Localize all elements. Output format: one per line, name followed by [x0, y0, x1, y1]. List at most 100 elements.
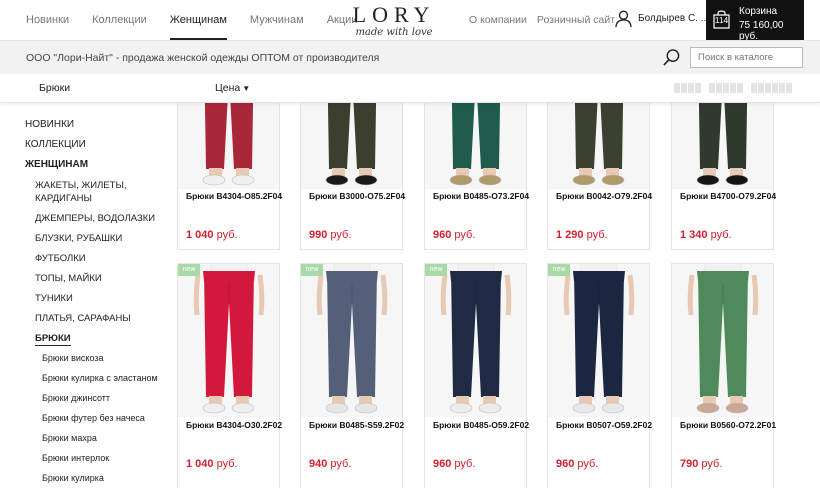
price-amount: 1 290: [556, 229, 584, 241]
product-image[interactable]: [425, 101, 526, 189]
product-price: 1 040 руб.: [186, 229, 238, 241]
product-photo: [687, 264, 759, 414]
grid-view-4-icon[interactable]: [709, 83, 743, 93]
product-card[interactable]: new Брюки В4304-О30.2F02 1 040 руб.: [177, 263, 282, 488]
search-icon[interactable]: [662, 48, 681, 67]
price-amount: 790: [680, 458, 699, 470]
company-tagline: ООО "Лори-Найт" - продажа женской одежды…: [26, 52, 380, 64]
product-price: 1 340 руб.: [680, 229, 732, 241]
product-image[interactable]: [672, 264, 773, 417]
product-photo: [193, 264, 265, 414]
nav-about[interactable]: О компании: [469, 0, 527, 40]
product-grid: Брюки В4304-О85.2F04 1 040 руб. Брюки В300…: [0, 100, 820, 488]
price-currency: руб.: [451, 229, 476, 241]
price-amount: 1 040: [186, 458, 214, 470]
product-card[interactable]: new Брюки В0507-О59.2F02 960 руб.: [547, 263, 652, 488]
new-badge: new: [548, 264, 570, 276]
product-photo: [563, 264, 635, 414]
cart-total: 75 160,00 руб.: [739, 20, 784, 42]
user-account[interactable]: Болдырев С. ...: [614, 9, 709, 28]
grid-view-5-icon[interactable]: [751, 83, 792, 93]
nav-novinki[interactable]: Новинки: [26, 0, 69, 40]
price-sort-label: Цена: [215, 82, 241, 94]
nav-retail-site[interactable]: Розничный сайт: [537, 0, 615, 40]
product-photo: [696, 101, 749, 186]
product-card[interactable]: Брюки В3000-О75.2F04 990 руб.: [300, 100, 405, 250]
product-image[interactable]: [301, 264, 402, 417]
price-currency: руб.: [451, 458, 476, 470]
product-card[interactable]: Брюки В4304-О85.2F04 1 040 руб.: [177, 100, 282, 250]
user-icon: [615, 10, 632, 28]
price-currency: руб.: [327, 458, 352, 470]
product-name[interactable]: Брюки В0485-О73.2F04: [433, 191, 529, 201]
product-price: 960 руб.: [556, 458, 598, 470]
caret-down-icon: ▼: [242, 84, 251, 93]
secondary-nav: О компании Розничный сайт: [469, 0, 625, 40]
nav-women[interactable]: Женщинам: [169, 0, 227, 40]
product-image[interactable]: [301, 101, 402, 189]
product-price: 960 руб.: [433, 229, 475, 241]
price-amount: 960: [556, 458, 575, 470]
nav-collections[interactable]: Коллекции: [92, 0, 147, 40]
price-currency: руб.: [583, 229, 608, 241]
price-amount: 1 340: [680, 229, 708, 241]
product-card[interactable]: Брюки В0042-О79.2F04 1 290 руб.: [547, 100, 652, 250]
price-amount: 940: [309, 458, 328, 470]
product-price: 990 руб.: [309, 229, 351, 241]
product-price: 1 040 руб.: [186, 458, 238, 470]
logo[interactable]: LORY made with love: [348, 2, 440, 39]
price-amount: 990: [309, 229, 328, 241]
product-name[interactable]: Брюки В0560-О72.2F01: [680, 420, 776, 430]
product-name[interactable]: Брюки В3000-О75.2F04: [309, 191, 405, 201]
new-badge: new: [178, 264, 200, 276]
category-title: Брюки: [39, 82, 71, 94]
cart-label: Корзина: [739, 6, 778, 17]
product-image[interactable]: [178, 264, 279, 417]
price-currency: руб.: [574, 458, 599, 470]
price-currency: руб.: [698, 458, 723, 470]
top-header: Новинки Коллекции Женщинам Мужчинам Акци…: [0, 0, 820, 42]
product-name[interactable]: Брюки В0042-О79.2F04: [556, 191, 652, 201]
product-price: 960 руб.: [433, 458, 475, 470]
nav-men[interactable]: Мужчинам: [250, 0, 304, 40]
product-photo: [316, 264, 388, 414]
search-input[interactable]: [690, 47, 803, 68]
product-card[interactable]: Брюки В0560-О72.2F01 790 руб.: [671, 263, 776, 488]
product-price: 940 руб.: [309, 458, 351, 470]
product-image[interactable]: [548, 101, 649, 189]
price-currency: руб.: [213, 229, 238, 241]
logo-tagline: made with love: [355, 27, 433, 38]
product-name[interactable]: Брюки В4700-О79.2F04: [680, 191, 776, 201]
product-name[interactable]: Брюки В0485-О59.2F02: [433, 420, 529, 430]
main-nav: Новинки Коллекции Женщинам Мужчинам Акци…: [26, 0, 380, 40]
product-card[interactable]: Брюки В0485-О73.2F04 960 руб.: [424, 100, 529, 250]
product-name[interactable]: Брюки В0507-О59.2F02: [556, 420, 652, 430]
product-photo: [572, 101, 625, 186]
product-image[interactable]: [425, 264, 526, 417]
product-price: 790 руб.: [680, 458, 722, 470]
product-card[interactable]: new Брюки В0485-S59.2F02 940 руб.: [300, 263, 404, 488]
product-name[interactable]: Брюки В4304-О85.2F04: [186, 191, 282, 201]
view-switcher: [674, 83, 792, 93]
product-card[interactable]: Брюки В4700-О79.2F04 1 340 руб.: [671, 100, 776, 250]
product-name[interactable]: Брюки В4304-О30.2F02: [186, 420, 282, 430]
price-currency: руб.: [327, 229, 352, 241]
product-image[interactable]: [178, 101, 279, 189]
product-card[interactable]: new Брюки В0485-О59.2F02 960 руб.: [424, 263, 529, 488]
product-photo: [449, 101, 502, 186]
product-price: 1 290 руб.: [556, 229, 608, 241]
product-image[interactable]: [548, 264, 649, 417]
new-badge: new: [301, 264, 323, 276]
cart-button[interactable]: 114 Корзина 75 160,00 руб.: [706, 0, 804, 42]
grid-view-3-icon[interactable]: [674, 83, 701, 93]
new-badge: new: [425, 264, 447, 276]
user-name: Болдырев С. ...: [638, 13, 710, 24]
product-photo: [202, 101, 255, 186]
logo-word: LORY: [352, 2, 436, 27]
price-sort[interactable]: Цена ▼: [215, 82, 250, 94]
price-amount: 960: [433, 458, 452, 470]
product-name[interactable]: Брюки В0485-S59.2F02: [309, 420, 404, 430]
cart-count: 114: [714, 15, 729, 25]
price-amount: 1 040: [186, 229, 214, 241]
product-image[interactable]: [672, 101, 773, 189]
